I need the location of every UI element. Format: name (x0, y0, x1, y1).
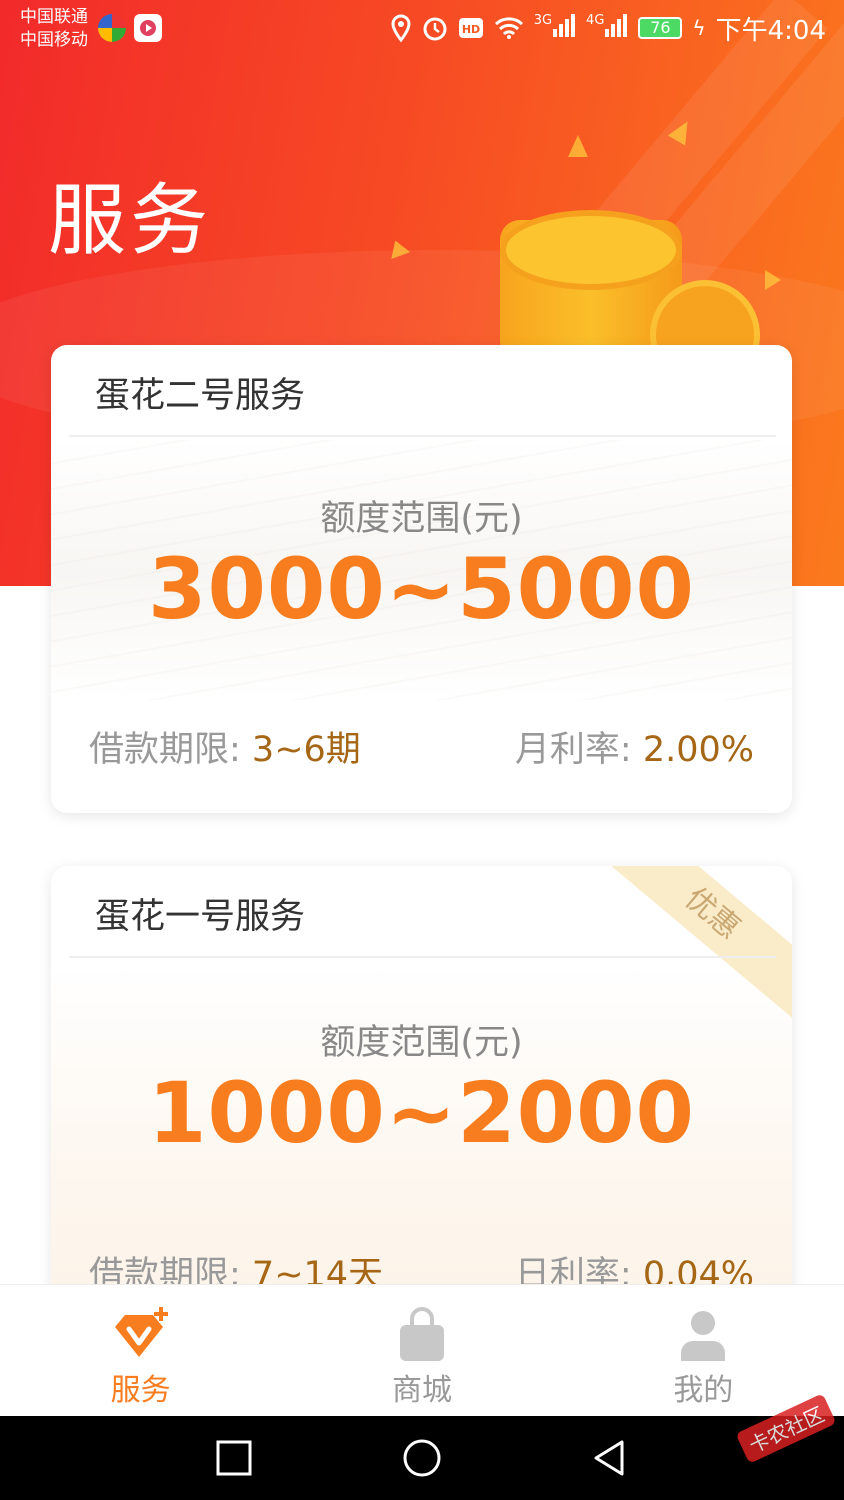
interest-rate-value: 2.00% (642, 730, 754, 770)
status-time: 下午4:04 (715, 15, 826, 46)
app-notification-icon (98, 14, 126, 42)
tab-label: 服务 (110, 1373, 171, 1408)
video-app-icon (134, 14, 162, 42)
svg-text:HD: HD (462, 23, 480, 36)
bottom-tab-bar: 服务 商城 我的 (0, 1284, 844, 1416)
tab-mine[interactable]: 我的 (563, 1285, 844, 1416)
interest-rate: 月利率: 2.00% (515, 721, 754, 772)
tab-mall[interactable]: 商城 (281, 1285, 562, 1416)
loan-term-label: 借款期限: (89, 730, 252, 770)
carrier-2: 中国移动 (20, 30, 88, 50)
signal-4g: 4G (586, 13, 628, 44)
tab-service[interactable]: 服务 (0, 1285, 281, 1416)
divider (69, 956, 776, 958)
service-icon (111, 1305, 171, 1369)
interest-rate-label: 月利率: (514, 730, 643, 770)
discount-badge: 优惠 (594, 866, 792, 1020)
status-bar: 中国联通 中国移动 HD 3G 4G 76 ϟ 下午4:04 (0, 0, 844, 56)
service-name: 蛋花一号服务 (95, 897, 306, 937)
amount-range-label: 额度范围(元) (320, 1023, 523, 1063)
sparkle-decoration (568, 135, 588, 157)
recent-apps-icon[interactable] (212, 1436, 256, 1480)
status-icons: HD 3G 4G 76 ϟ 下午4:04 (390, 12, 826, 46)
sparkle-decoration (765, 270, 781, 290)
tab-label: 商城 (391, 1373, 452, 1408)
carrier-labels: 中国联通 中国移动 (20, 6, 88, 52)
loan-term-value: 3~6期 (251, 730, 361, 770)
back-icon[interactable] (588, 1436, 632, 1480)
charging-icon: ϟ (692, 16, 706, 40)
home-icon[interactable] (400, 1436, 444, 1480)
system-navigation-bar (0, 1416, 844, 1500)
loan-term: 借款期限: 3~6期 (89, 721, 361, 772)
alarm-icon (423, 17, 447, 41)
amount-range-value: 1000~2000 (148, 1064, 695, 1162)
amount-range-value: 3000~5000 (148, 540, 695, 638)
hd-icon: HD (458, 18, 483, 38)
user-icon (673, 1305, 733, 1369)
discount-ribbon: 优惠 (592, 866, 792, 1036)
carrier-1: 中国联通 (20, 7, 88, 27)
signal-icon (553, 13, 576, 37)
battery-indicator: 76 (638, 17, 683, 39)
coin-top (500, 210, 682, 290)
shopping-bag-icon (392, 1305, 452, 1369)
service-name: 蛋花二号服务 (95, 376, 306, 416)
page-title: 服务 (48, 176, 213, 266)
service-card[interactable]: 蛋花二号服务 额度范围(元) 3000~5000 借款期限: 3~6期 月利率:… (51, 345, 792, 813)
coins-illustration (500, 210, 760, 390)
amount-range-label: 额度范围(元) (320, 499, 523, 539)
wifi-icon (494, 17, 523, 39)
location-icon (391, 14, 411, 42)
divider (69, 435, 776, 437)
signal-icon (605, 13, 628, 37)
signal-3g: 3G (534, 13, 576, 44)
